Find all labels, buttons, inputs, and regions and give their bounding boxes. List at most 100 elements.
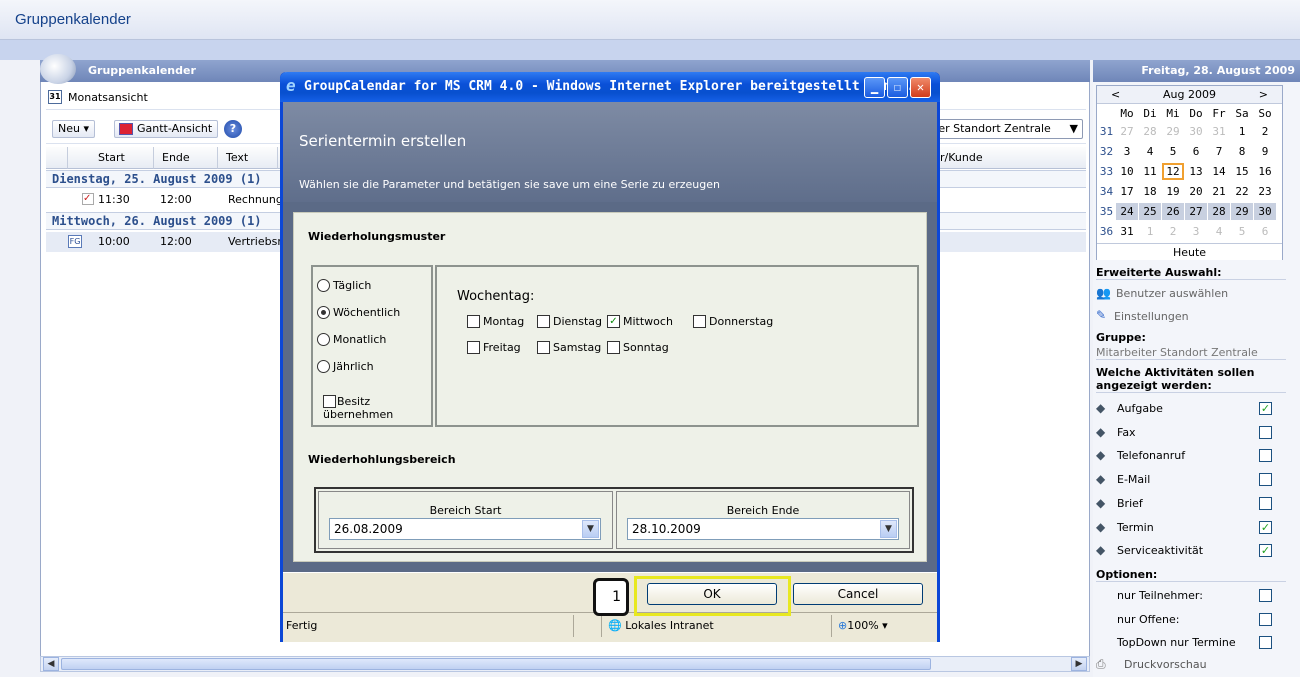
print-preview-link[interactable]: Druckvorschau <box>1124 658 1207 671</box>
weekday-checkbox[interactable]: ✓ <box>607 315 620 328</box>
maximize-icon[interactable]: ☐ <box>887 77 908 98</box>
activity-checkbox[interactable]: ✓ <box>1259 402 1272 415</box>
activity-checkbox[interactable] <box>1259 473 1272 487</box>
calendar-day[interactable]: 3 <box>1185 223 1207 240</box>
calendar-day[interactable]: 28 <box>1208 203 1230 220</box>
col-text[interactable]: Text <box>218 147 278 169</box>
weekday-checkbox[interactable] <box>537 341 550 354</box>
settings-link[interactable]: Einstellungen <box>1114 310 1189 323</box>
task-icon: ✓ <box>82 193 94 205</box>
new-button[interactable]: Neu ▾ <box>52 120 95 138</box>
weekday-checkbox[interactable] <box>607 341 620 354</box>
calendar-day[interactable]: 21 <box>1208 183 1230 200</box>
weekday-option-label: Freitag <box>483 341 521 354</box>
option-checkbox[interactable] <box>1259 636 1272 649</box>
calendar-day[interactable]: 4 <box>1139 143 1161 160</box>
cancel-button[interactable]: Cancel <box>793 583 923 605</box>
activity-checkbox[interactable]: ✓ <box>1259 520 1272 534</box>
activity-checkbox[interactable] <box>1259 496 1272 510</box>
pattern-radio[interactable] <box>317 279 330 292</box>
calendar-day[interactable]: 5 <box>1231 223 1253 240</box>
calendar-day[interactable]: 24 <box>1116 203 1138 220</box>
range-end-select[interactable]: 28.10.2009 ▼ <box>627 518 899 540</box>
week-number[interactable]: 31 <box>1097 123 1116 140</box>
minimize-icon[interactable]: ▁ <box>864 77 885 98</box>
calendar-day[interactable]: 15 <box>1231 163 1253 180</box>
calendar-day[interactable]: 20 <box>1185 183 1207 200</box>
activity-label: Termin <box>1117 520 1154 534</box>
calendar-day[interactable]: 27 <box>1185 203 1207 220</box>
calendar-day[interactable]: 17 <box>1116 183 1138 200</box>
calendar-day[interactable]: 25 <box>1139 203 1161 220</box>
today-button[interactable]: Heute <box>1097 243 1282 260</box>
calendar-day[interactable]: 2 <box>1162 223 1184 240</box>
col-ende[interactable]: Ende <box>154 147 218 169</box>
zoom-control[interactable]: ⊕100% ▾ <box>831 615 931 637</box>
close-icon[interactable]: ✕ <box>910 77 931 98</box>
calendar-day[interactable]: 30 <box>1254 203 1276 220</box>
help-icon[interactable]: ? <box>224 120 242 138</box>
pattern-radio[interactable] <box>317 306 330 319</box>
calendar-day[interactable]: 13 <box>1185 163 1207 180</box>
activity-label: Telefonanruf <box>1117 449 1186 463</box>
col-start[interactable]: Start <box>68 147 154 169</box>
week-number[interactable]: 33 <box>1097 163 1116 180</box>
next-month-button[interactable]: > <box>1259 86 1268 104</box>
select-users-link[interactable]: Benutzer auswählen <box>1116 287 1228 300</box>
calendar-day[interactable]: 11 <box>1139 163 1161 180</box>
calendar-day[interactable]: 6 <box>1254 223 1276 240</box>
calendar-day[interactable]: 29 <box>1162 123 1184 140</box>
activity-checkbox[interactable] <box>1259 449 1272 463</box>
calendar-day[interactable]: 10 <box>1116 163 1138 180</box>
horizontal-scrollbar[interactable]: ◀ ▶ <box>40 656 1090 672</box>
calendar-day[interactable]: 29 <box>1231 203 1253 220</box>
week-number[interactable]: 35 <box>1097 203 1116 220</box>
calendar-day[interactable]: 22 <box>1231 183 1253 200</box>
range-start-select[interactable]: 26.08.2009 ▼ <box>329 518 601 540</box>
col-kunde[interactable]: r/Kunde <box>940 147 1086 169</box>
week-number[interactable]: 34 <box>1097 183 1116 200</box>
calendar-day[interactable]: 16 <box>1254 163 1276 180</box>
filter-select[interactable]: ter Standort Zentrale ▼ <box>931 119 1083 139</box>
option-checkbox[interactable] <box>1259 589 1272 602</box>
weekday-checkbox[interactable] <box>537 315 550 328</box>
calendar-day[interactable]: 8 <box>1231 143 1253 160</box>
calendar-day[interactable]: 31 <box>1116 223 1138 240</box>
pattern-radio[interactable] <box>317 360 330 373</box>
calendar-day[interactable]: 9 <box>1254 143 1276 160</box>
calendar-day[interactable]: 2 <box>1254 123 1276 140</box>
calendar-day[interactable]: 6 <box>1185 143 1207 160</box>
calendar-day[interactable]: 19 <box>1162 183 1184 200</box>
letter-icon: ◆ <box>1096 495 1106 510</box>
calendar-day[interactable]: 1 <box>1139 223 1161 240</box>
weekday-checkbox[interactable] <box>693 315 706 328</box>
week-number[interactable]: 32 <box>1097 143 1116 160</box>
calendar-day[interactable]: 23 <box>1254 183 1276 200</box>
prev-month-button[interactable]: < <box>1111 86 1120 104</box>
weekday-checkbox[interactable] <box>467 341 480 354</box>
calendar-day[interactable]: 26 <box>1162 203 1184 220</box>
gantt-button[interactable]: Gantt-Ansicht <box>114 120 219 138</box>
calendar-day[interactable]: 12 <box>1162 163 1184 180</box>
calendar-day[interactable]: 27 <box>1116 123 1138 140</box>
pattern-radio[interactable] <box>317 333 330 346</box>
weekday-checkbox[interactable] <box>467 315 480 328</box>
calendar-day[interactable]: 4 <box>1208 223 1230 240</box>
scroll-right-icon[interactable]: ▶ <box>1071 657 1087 671</box>
view-label[interactable]: Monatsansicht <box>68 91 148 104</box>
calendar-day[interactable]: 31 <box>1208 123 1230 140</box>
calendar-day[interactable]: 18 <box>1139 183 1161 200</box>
week-number[interactable]: 36 <box>1097 223 1116 240</box>
calendar-day[interactable]: 3 <box>1116 143 1138 160</box>
option-checkbox[interactable] <box>1259 612 1272 626</box>
calendar-day[interactable]: 7 <box>1208 143 1230 160</box>
scroll-thumb[interactable] <box>61 658 931 670</box>
calendar-day[interactable]: 28 <box>1139 123 1161 140</box>
scroll-left-icon[interactable]: ◀ <box>43 657 59 671</box>
activity-checkbox[interactable]: ✓ <box>1259 544 1272 558</box>
calendar-day[interactable]: 30 <box>1185 123 1207 140</box>
activity-checkbox[interactable] <box>1259 425 1272 439</box>
calendar-day[interactable]: 14 <box>1208 163 1230 180</box>
calendar-day[interactable]: 1 <box>1231 123 1253 140</box>
calendar-day[interactable]: 5 <box>1162 143 1184 160</box>
